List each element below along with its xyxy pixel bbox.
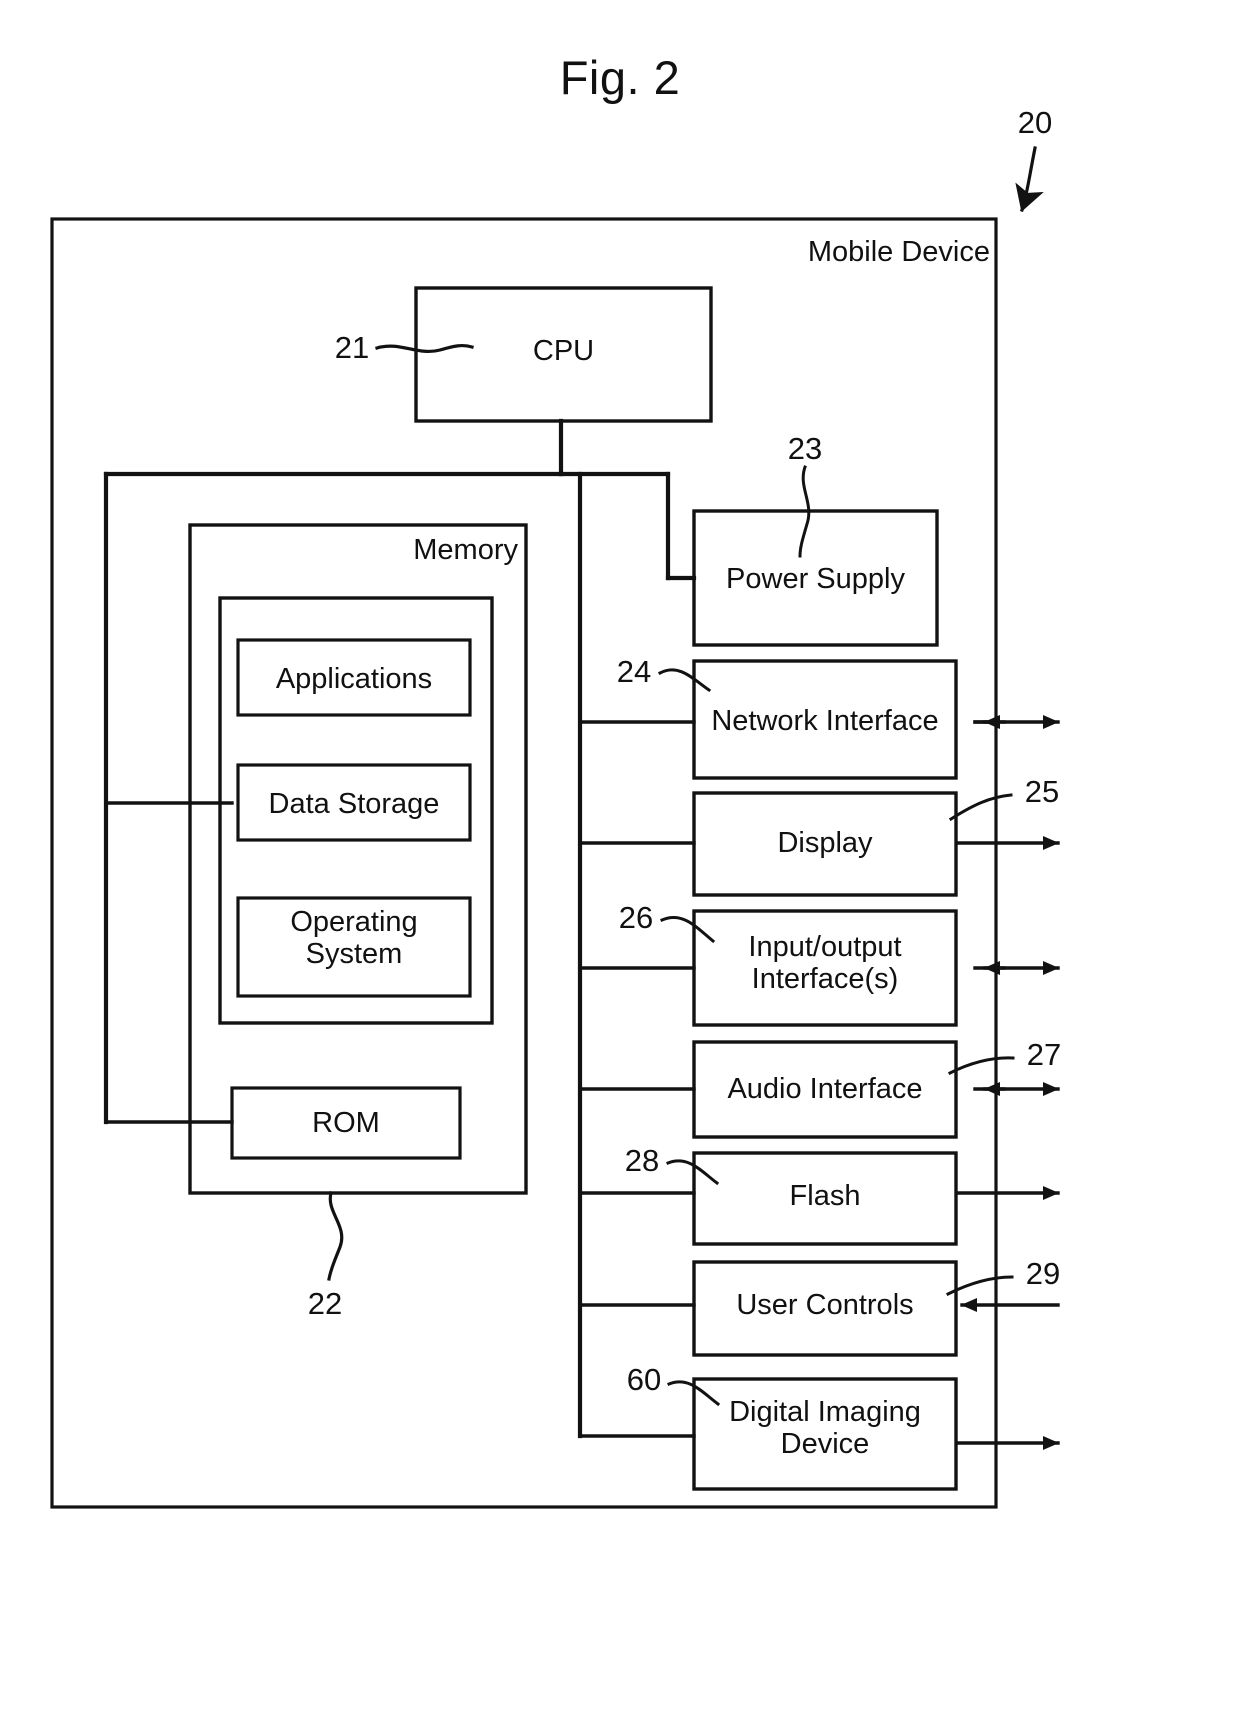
- cpu-numeral: 21: [334, 330, 370, 365]
- io-interface-numeral: 26: [618, 900, 654, 935]
- network-interface-numeral: 24: [616, 654, 652, 689]
- applications-label: Applications: [275, 663, 433, 695]
- digital-imaging-label: Digital Imaging Device: [729, 1396, 921, 1461]
- power-supply-label: Power Supply: [726, 563, 905, 595]
- memory-label: Memory: [413, 534, 518, 566]
- audio-interface-label: Audio Interface: [727, 1073, 923, 1105]
- display-label: Display: [777, 827, 873, 859]
- user-controls-numeral: 29: [1025, 1256, 1061, 1291]
- power-supply-numeral: 23: [787, 431, 823, 466]
- flash-label: Flash: [789, 1180, 861, 1212]
- network-interface-label: Network Interface: [711, 705, 939, 737]
- display-numeral-leader: [948, 793, 1013, 822]
- root-numeral: 20: [1017, 105, 1053, 140]
- data-storage-label: Data Storage: [268, 788, 440, 820]
- patent-figure-canvas: Fig. 2 20 Mobile Device CPU 21 Memory Ap…: [0, 0, 1240, 1732]
- user-controls-label: User Controls: [736, 1289, 914, 1321]
- memory-outline: [188, 523, 528, 1195]
- rom-label: ROM: [312, 1107, 380, 1139]
- mobile-device-label: Mobile Device: [807, 236, 990, 268]
- memory-numeral-leader: [327, 1191, 344, 1281]
- figure-title: Fig. 2: [559, 51, 681, 104]
- operating-system-label: Operating System: [290, 906, 418, 971]
- diagram-linework: [50, 146, 1060, 1509]
- network-interface-numeral-leader: [657, 668, 712, 693]
- cpu-label: CPU: [532, 335, 595, 367]
- root-numeral-leader: [1015, 146, 1044, 213]
- flash-numeral: 28: [624, 1143, 660, 1178]
- memory-numeral: 22: [307, 1286, 343, 1321]
- audio-interface-numeral-leader: [947, 1056, 1015, 1076]
- io-interface-label: Input/output Interface(s): [748, 931, 902, 996]
- digital-imaging-numeral: 60: [626, 1362, 662, 1397]
- display-numeral: 25: [1024, 774, 1060, 809]
- audio-interface-numeral: 27: [1026, 1037, 1062, 1072]
